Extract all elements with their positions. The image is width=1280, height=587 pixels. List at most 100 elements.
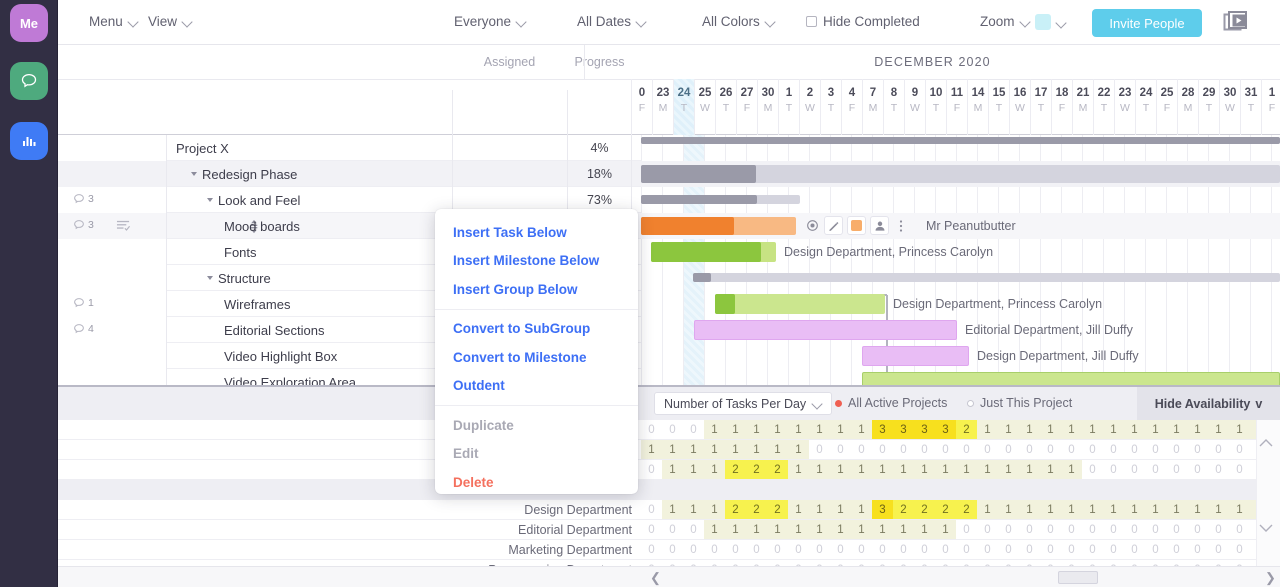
resource-day-cell[interactable]: 0 [662, 520, 683, 540]
gantt-chart[interactable]: Mr Peanutbutter Design Department, Prince… [641, 135, 1280, 385]
day-column-header[interactable]: 15 T [988, 79, 1009, 135]
person-icon[interactable] [870, 216, 889, 235]
day-column-header[interactable]: 22 T [1093, 79, 1114, 135]
resource-day-cell[interactable]: 1 [1040, 460, 1061, 480]
resource-day-cell[interactable]: 1 [1166, 420, 1187, 440]
resource-day-cell[interactable]: 3 [893, 420, 914, 440]
resource-day-cell[interactable]: 0 [1187, 520, 1208, 540]
resource-day-cell[interactable]: 0 [830, 440, 851, 460]
resource-day-cell[interactable]: 1 [1145, 420, 1166, 440]
color-swatch-dropdown[interactable] [1035, 14, 1066, 30]
resource-day-cell[interactable]: 0 [767, 540, 788, 560]
resource-day-cell[interactable]: 1 [851, 520, 872, 540]
resource-day-cell[interactable]: 0 [1187, 460, 1208, 480]
day-column-header[interactable]: 1T [778, 79, 799, 135]
resource-day-cell[interactable]: 1 [956, 460, 977, 480]
hide-completed-checkbox[interactable]: Hide Completed [806, 14, 920, 29]
resource-day-cell[interactable]: 2 [725, 460, 746, 480]
resource-day-cell[interactable]: 1 [1187, 420, 1208, 440]
resource-day-cell[interactable]: 1 [662, 460, 683, 480]
resource-day-cell[interactable]: 0 [998, 520, 1019, 540]
resource-day-cell[interactable]: 0 [1208, 540, 1229, 560]
resource-day-cell[interactable]: 0 [851, 440, 872, 460]
resource-day-cell[interactable]: 1 [662, 440, 683, 460]
gantt-bar[interactable] [693, 273, 1280, 282]
day-column-header[interactable]: 0F [631, 79, 652, 135]
gantt-bar[interactable] [862, 372, 1280, 385]
gantt-bar[interactable] [715, 294, 885, 314]
context-menu-item-outdent[interactable]: Outdent [435, 372, 638, 401]
gantt-bar[interactable] [862, 346, 969, 366]
resource-day-cell[interactable]: 0 [998, 440, 1019, 460]
resource-day-cell[interactable]: 1 [1019, 420, 1040, 440]
resource-day-cell[interactable]: 0 [1061, 440, 1082, 460]
resource-day-cell[interactable]: 1 [788, 500, 809, 520]
resource-day-cell[interactable]: 1 [704, 520, 725, 540]
resource-scroll-column[interactable] [1256, 420, 1280, 568]
resource-day-cell[interactable]: 1 [893, 460, 914, 480]
resource-day-cell[interactable]: 0 [956, 440, 977, 460]
resource-day-cell[interactable]: 0 [830, 540, 851, 560]
resource-day-cell[interactable]: 0 [1145, 440, 1166, 460]
resource-day-cell[interactable]: 1 [746, 420, 767, 440]
resource-day-cell[interactable]: 0 [935, 440, 956, 460]
resource-day-cell[interactable]: 0 [872, 440, 893, 460]
task-name-cell[interactable]: Wireframes [166, 291, 452, 317]
resource-day-cell[interactable]: 1 [851, 420, 872, 440]
day-column-header[interactable]: 14 M [967, 79, 988, 135]
resource-day-cell[interactable]: 1 [767, 420, 788, 440]
scroll-down-icon[interactable] [1255, 517, 1277, 539]
context-menu-item-convert-to-milestone[interactable]: Convert to Milestone [435, 343, 638, 372]
task-name-cell[interactable]: Mood boards [166, 213, 452, 239]
resource-day-cell[interactable]: 1 [1019, 500, 1040, 520]
resource-day-cell[interactable]: 0 [893, 540, 914, 560]
day-column-header[interactable]: 16 W [1009, 79, 1030, 135]
resource-day-cell[interactable]: 0 [1103, 440, 1124, 460]
resource-row[interactable]: Editorial Department 0 0 0 1 1 1 1 1 1 1 1 1 1 1 1 0 0 0 0 0… [58, 520, 1280, 540]
resource-day-cell[interactable]: 3 [872, 420, 893, 440]
resource-row[interactable]: 0001111111133332111111111111111 [58, 420, 1280, 440]
resource-day-cell[interactable]: 0 [1103, 520, 1124, 540]
resource-day-cell[interactable]: 0 [683, 420, 704, 440]
resource-day-cell[interactable]: 1 [935, 460, 956, 480]
resource-day-cell[interactable]: 0 [683, 540, 704, 560]
resource-day-cell[interactable]: 0 [662, 420, 683, 440]
resource-day-cell[interactable]: 0 [641, 540, 662, 560]
resource-day-cell[interactable]: 0 [1124, 440, 1145, 460]
resource-day-cell[interactable]: 1 [788, 460, 809, 480]
day-column-header[interactable]: 29 T [1198, 79, 1219, 135]
progress-cell[interactable]: 18% [568, 161, 631, 187]
hide-availability-button[interactable]: Hide Availability v [1137, 387, 1280, 420]
resource-day-cell[interactable]: 0 [1040, 520, 1061, 540]
task-name-cell[interactable]: Look and Feel [166, 187, 452, 213]
comment-count[interactable]: 4 [72, 322, 94, 336]
day-column-header[interactable]: 21 M [1072, 79, 1093, 135]
resource-day-cell[interactable]: 2 [746, 460, 767, 480]
resource-day-cell[interactable]: 1 [809, 420, 830, 440]
resource-day-cell[interactable]: 1 [746, 520, 767, 540]
resource-day-cell[interactable]: 1 [872, 520, 893, 540]
resource-day-cell[interactable]: 0 [1145, 540, 1166, 560]
resource-day-cell[interactable]: 3 [872, 500, 893, 520]
resource-day-cell[interactable]: 1 [1061, 460, 1082, 480]
resource-day-cell[interactable]: 1 [830, 520, 851, 540]
day-column-header[interactable]: 25 W [694, 79, 715, 135]
resource-day-cell[interactable]: 1 [725, 440, 746, 460]
day-column-header[interactable]: 31 T [1240, 79, 1261, 135]
resource-day-cell[interactable]: 0 [1124, 520, 1145, 540]
resource-day-cell[interactable]: 1 [1229, 500, 1250, 520]
resource-day-cell[interactable]: 0 [956, 520, 977, 540]
resource-day-cell[interactable]: 1 [977, 420, 998, 440]
resource-day-cell[interactable]: 1 [725, 520, 746, 540]
resource-day-cell[interactable]: 1 [704, 420, 725, 440]
resource-day-cell[interactable]: 1 [1166, 500, 1187, 520]
resource-day-cell[interactable]: 1 [893, 520, 914, 540]
day-column-header[interactable]: 18 F [1051, 79, 1072, 135]
color-icon[interactable] [847, 216, 866, 235]
target-icon[interactable] [804, 216, 820, 235]
resource-day-cell[interactable]: 1 [830, 500, 851, 520]
task-name-cell[interactable]: Project X [166, 135, 452, 161]
resource-day-cell[interactable]: 1 [1124, 420, 1145, 440]
context-menu-item-delete[interactable]: Delete [435, 468, 638, 497]
resource-day-cell[interactable]: 1 [641, 440, 662, 460]
